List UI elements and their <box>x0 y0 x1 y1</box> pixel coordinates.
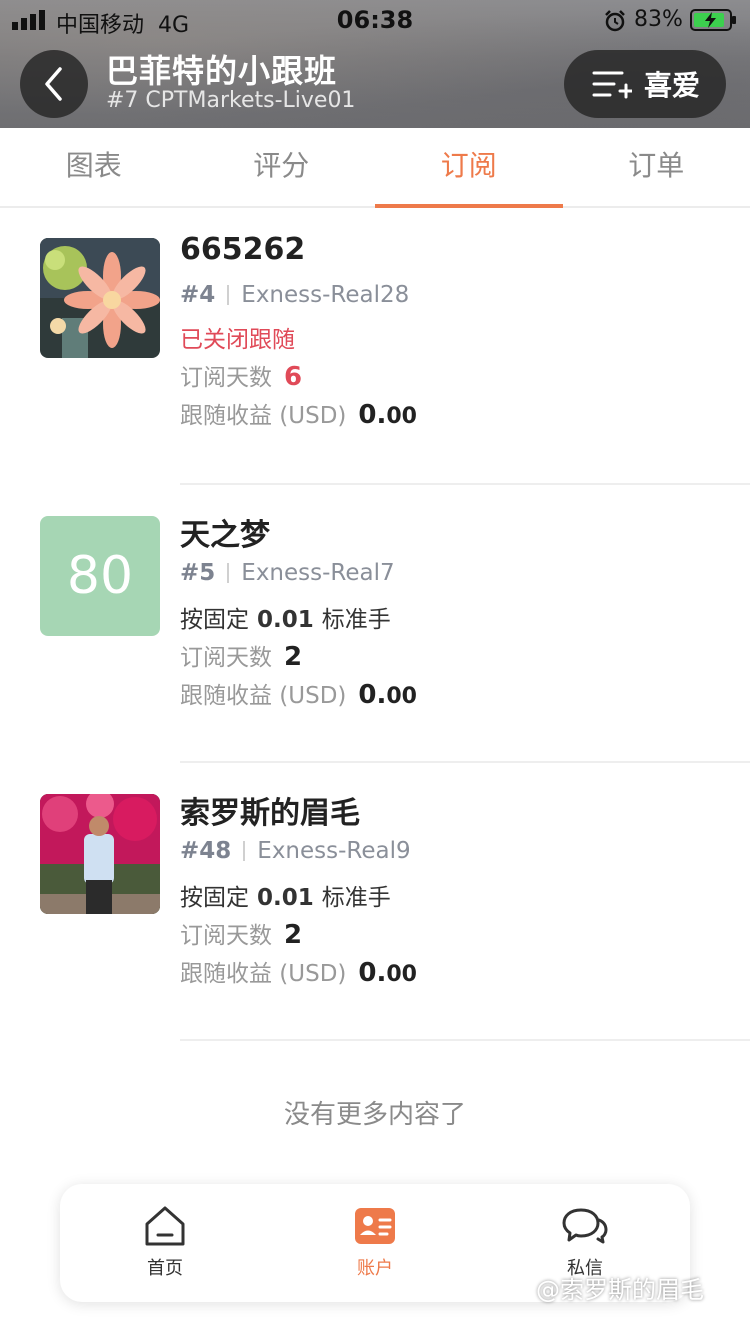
rank-number: #4 <box>180 282 216 308</box>
follow-mode-suffix: 标准手 <box>321 885 391 911</box>
status-bar: 中国移动 4G 06:38 83% <box>0 0 750 40</box>
nav-home[interactable]: 首页 <box>60 1184 270 1302</box>
watermark-text: @索罗斯的眉毛 <box>536 1276 704 1304</box>
trader-name: 索罗斯的眉毛 <box>180 796 360 831</box>
subscription-days-label: 订阅天数 <box>180 365 272 391</box>
follow-mode: 按固定 0.01 标准手 <box>180 878 391 912</box>
nav-account[interactable]: 账户 <box>270 1184 480 1302</box>
subscription-days-row: 订阅天数 6 <box>180 358 302 392</box>
follow-profit-row: 跟随收益 (USD) 0.00 <box>180 954 417 988</box>
tab-orders[interactable]: 订单 <box>563 128 750 206</box>
account-card-icon <box>355 1208 395 1244</box>
subscription-days-label: 订阅天数 <box>180 645 272 671</box>
page-subtitle: #7 CPTMarkets-Live01 <box>106 88 356 113</box>
trader-meta: #5 Exness-Real7 <box>180 560 395 586</box>
follow-status: 已关闭跟随 <box>180 327 295 353</box>
follow-profit-row: 跟随收益 (USD) 0.00 <box>180 676 417 710</box>
avatar: 80 <box>40 516 160 636</box>
item-divider <box>180 1039 750 1041</box>
page-title: 巴菲特的小跟班 <box>106 52 338 90</box>
tab-chart[interactable]: 图表 <box>0 128 188 206</box>
nav-account-label: 账户 <box>357 1258 393 1279</box>
home-icon <box>145 1206 185 1246</box>
battery-percent: 83% <box>634 7 683 32</box>
favorite-label: 喜爱 <box>644 69 701 102</box>
follow-mode: 按固定 0.01 标准手 <box>180 600 391 634</box>
subscription-days-row: 订阅天数 2 <box>180 916 302 950</box>
item-divider <box>180 761 750 763</box>
subscription-days-label: 订阅天数 <box>180 923 272 949</box>
back-button[interactable] <box>20 50 88 118</box>
subscription-days-row: 订阅天数 2 <box>180 638 302 672</box>
trader-meta: #48 Exness-Real9 <box>180 838 411 864</box>
avatar-flower-image <box>40 238 160 358</box>
follow-profit-label: 跟随收益 (USD) <box>180 683 347 709</box>
nav-home-label: 首页 <box>147 1258 183 1279</box>
trader-name: 665262 <box>180 232 306 267</box>
battery-charging-icon <box>690 9 736 31</box>
account-name: Exness-Real28 <box>241 282 410 308</box>
follow-profit-label: 跟随收益 (USD) <box>180 403 347 429</box>
rank-number: #48 <box>180 838 232 864</box>
avatar-person-image <box>40 794 160 914</box>
subscription-days-value: 2 <box>284 642 303 672</box>
item-divider <box>180 483 750 485</box>
trader-meta: #4 Exness-Real28 <box>180 282 409 308</box>
tab-bar: 图表 评分 订阅 订单 <box>0 128 750 208</box>
account-name: Exness-Real7 <box>241 560 395 586</box>
avatar <box>40 794 160 914</box>
favorite-button[interactable]: 喜爱 <box>564 50 726 118</box>
header: 中国移动 4G 06:38 83% 巴菲特的小跟班 #7 CPTMarkets-… <box>0 0 750 128</box>
tab-subscription[interactable]: 订阅 <box>375 128 563 208</box>
chat-bubbles-icon <box>562 1208 608 1244</box>
follow-mode-prefix: 按固定 <box>180 607 249 633</box>
follow-mode-value: 0.01 <box>257 607 314 633</box>
chevron-left-icon <box>45 67 62 101</box>
follow-profit-row: 跟随收益 (USD) 0.00 <box>180 396 417 430</box>
alarm-icon <box>605 10 625 32</box>
no-more-content-text: 没有更多内容了 <box>283 1100 466 1130</box>
meta-divider <box>243 841 246 861</box>
meta-divider <box>227 285 230 305</box>
subscription-days-value: 2 <box>284 920 303 950</box>
subscription-days-value: 6 <box>284 362 303 392</box>
follow-mode-prefix: 按固定 <box>180 885 249 911</box>
trader-name: 天之梦 <box>180 518 270 553</box>
follow-profit-value: 0.00 <box>358 400 417 430</box>
follow-profit-value: 0.00 <box>358 958 417 988</box>
rank-number: #5 <box>180 560 216 586</box>
follow-profit-label: 跟随收益 (USD) <box>180 961 347 987</box>
meta-divider <box>227 563 230 583</box>
avatar <box>40 238 160 358</box>
add-to-list-icon <box>592 71 632 99</box>
tab-rating[interactable]: 评分 <box>188 128 376 206</box>
follow-mode-value: 0.01 <box>257 885 314 911</box>
follow-profit-value: 0.00 <box>358 680 417 710</box>
account-name: Exness-Real9 <box>257 838 411 864</box>
follow-mode-suffix: 标准手 <box>321 607 391 633</box>
